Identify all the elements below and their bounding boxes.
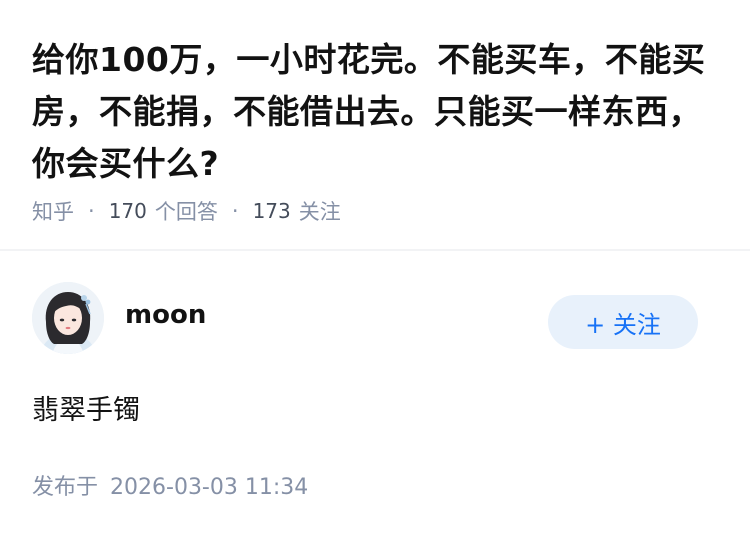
answer-count-unit[interactable]: 个回答 [155,196,218,226]
published-time: 2026-03-03 11:34 [110,475,309,500]
meta-separator: · [88,199,95,223]
follow-button[interactable]: + 关注 [548,295,698,349]
source-label[interactable]: 知乎 [32,196,74,226]
question-meta: 知乎 · 170 个回答 · 173 关注 [32,196,341,226]
avatar[interactable] [32,282,104,354]
meta-separator: · [231,199,239,223]
section-divider [0,249,750,251]
author-name[interactable]: moon [125,300,206,330]
follower-count: 173 [252,199,291,223]
answer-content[interactable]: 翡翠手镯 [32,388,140,427]
avatar-illustration-icon [32,282,104,354]
publish-info: 发布于 2026-03-03 11:34 [32,469,308,501]
answer-count: 170 [108,199,147,223]
question-title[interactable]: 给你100万，一小时花完。不能买车，不能买房，不能捐，不能借出去。只能买一样东西… [32,34,722,190]
follower-count-unit[interactable]: 关注 [299,196,341,226]
published-label: 发布于 [32,475,99,500]
follow-button-label: + 关注 [585,310,661,339]
